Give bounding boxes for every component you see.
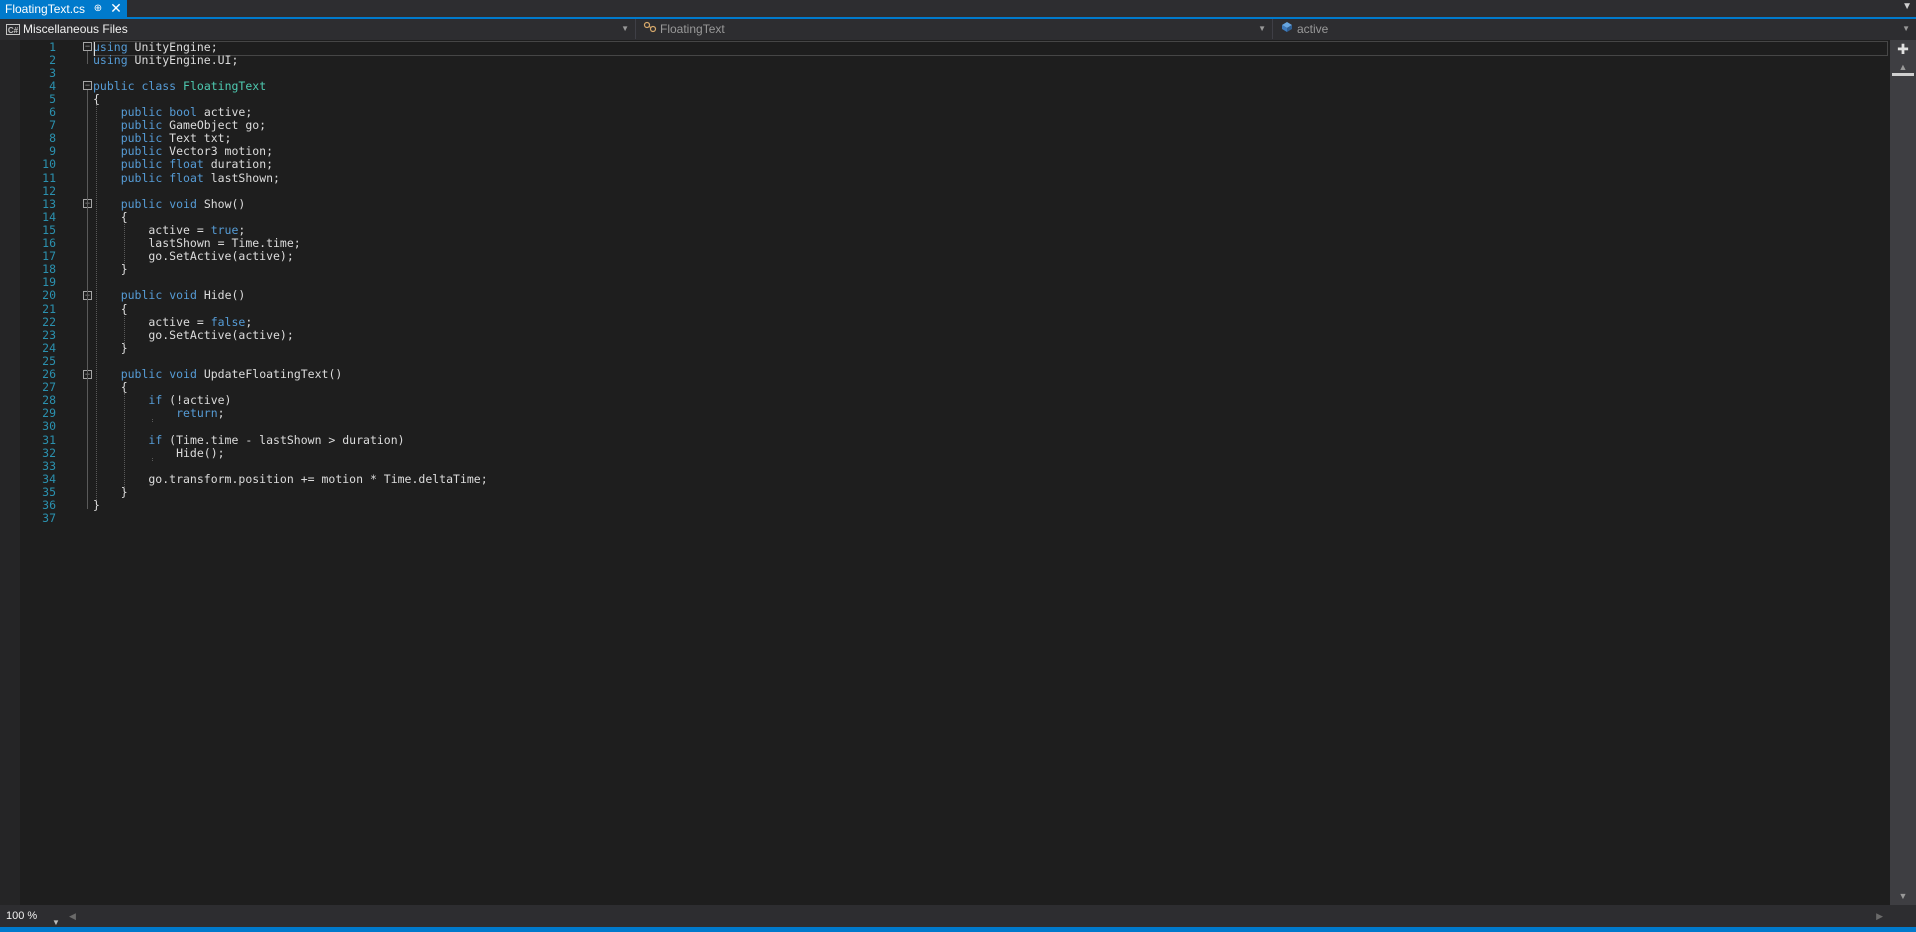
keyword-token: public [120,170,163,185]
member-dropdown-label: active [1297,22,1329,36]
type-dropdown-label: FloatingText [660,22,725,36]
scroll-up-icon[interactable]: ▲ [1897,62,1909,72]
code-token: } [93,498,100,512]
zoom-dropdown[interactable]: 100 % ▼ [0,907,62,927]
project-dropdown-label: Miscellaneous Files [23,22,128,36]
code-token: go.transform.position += motion * Time.d… [93,471,488,486]
keyword-token: class [141,78,177,93]
code-line: return; [93,405,225,421]
code-line: public class FloatingText [93,78,266,94]
code-token: ; [217,406,225,421]
code-line: } [93,497,100,513]
code-token: } [93,340,128,355]
scroll-left-icon[interactable]: ◀ [69,909,76,923]
chevron-down-icon[interactable]: ▼ [1902,1,1912,12]
horizontal-scrollbar[interactable]: ◀ ▶ [65,909,1887,923]
chevron-down-icon: ▼ [1258,24,1266,33]
navigation-bar: C# Miscellaneous Files ▼ FloatingText ▼ … [0,19,1916,40]
line-number-gutter: 1 2 3 4 5 6 7 8 9 10 11 12 13 14 15 16 17 18 19 20 21 22 23 24 2… [20,40,82,905]
vertical-scrollbar[interactable]: ✚ ▲ ▼ [1890,40,1916,905]
indicator-margin [0,40,20,905]
csharp-project-icon: C# [6,23,20,35]
keyword-token: using [93,52,128,67]
split-window-icon[interactable]: ✚ [1896,42,1910,56]
keyword-token: return [176,406,218,421]
type-token: FloatingText [183,78,267,93]
code-token: } [93,262,128,277]
chevron-down-icon: ▼ [621,24,629,33]
keyword-token: float [169,170,204,185]
code-line: public float lastShown; [93,170,280,186]
fold-region-line [87,299,88,353]
keyword-token: void [169,288,197,303]
code-token: lastShown; [203,170,280,185]
pin-icon[interactable]: ⊕ [92,3,104,15]
code-line: public void UpdateFloatingText() [93,366,343,382]
field-icon [1280,21,1294,37]
close-icon[interactable]: ✕ [109,1,123,15]
document-tab-strip: FloatingText.cs ⊕ ✕ ▼ [0,0,1916,19]
editor-bottom-bar: 100 % ▼ ◀ ▶ [0,905,1916,927]
code-token: Hide() [196,288,246,303]
fold-region-line [87,378,88,497]
code-line: } [93,261,128,277]
code-line: go.transform.position += motion * Time.d… [93,471,488,487]
code-line: } [93,340,128,356]
tab-title: FloatingText.cs [5,1,86,16]
status-accent-bar [0,927,1916,932]
keyword-token: void [169,196,197,211]
code-editor[interactable]: 1 2 3 4 5 6 7 8 9 10 11 12 13 14 15 16 17 18 19 20 21 22 23 24 2… [0,40,1916,905]
code-line: using UnityEngine.UI; [93,52,238,68]
class-icon [643,21,657,37]
project-dropdown[interactable]: C# Miscellaneous Files ▼ [0,19,636,39]
scroll-right-icon[interactable]: ▶ [1876,909,1883,923]
text-caret [94,42,95,56]
collapse-region-icon[interactable]: − [83,42,92,51]
code-token: UnityEngine.UI; [127,52,239,67]
tab-floatingtext-cs[interactable]: FloatingText.cs ⊕ ✕ [0,0,127,17]
code-line: Hide(); [93,445,225,461]
code-token: Show() [196,196,246,211]
collapse-region-icon[interactable]: − [83,81,92,91]
keyword-token: void [169,367,197,381]
zoom-level: 100 % [6,910,38,922]
code-text-area[interactable]: using UnityEngine; using UnityEngine.UI; p… [93,40,1883,905]
type-dropdown[interactable]: FloatingText ▼ [637,19,1273,39]
code-token: Hide(); [93,445,225,460]
scroll-down-icon[interactable]: ▼ [1897,891,1909,901]
fold-region-line [87,208,88,274]
chevron-down-icon: ▼ [1902,24,1910,33]
scrollbar-thumb[interactable] [1892,73,1914,76]
member-dropdown[interactable]: active ▼ [1274,19,1916,39]
code-token: UpdateFloatingText() [196,367,343,381]
line-number: 37 [42,511,56,526]
fold-region-line [87,51,88,65]
